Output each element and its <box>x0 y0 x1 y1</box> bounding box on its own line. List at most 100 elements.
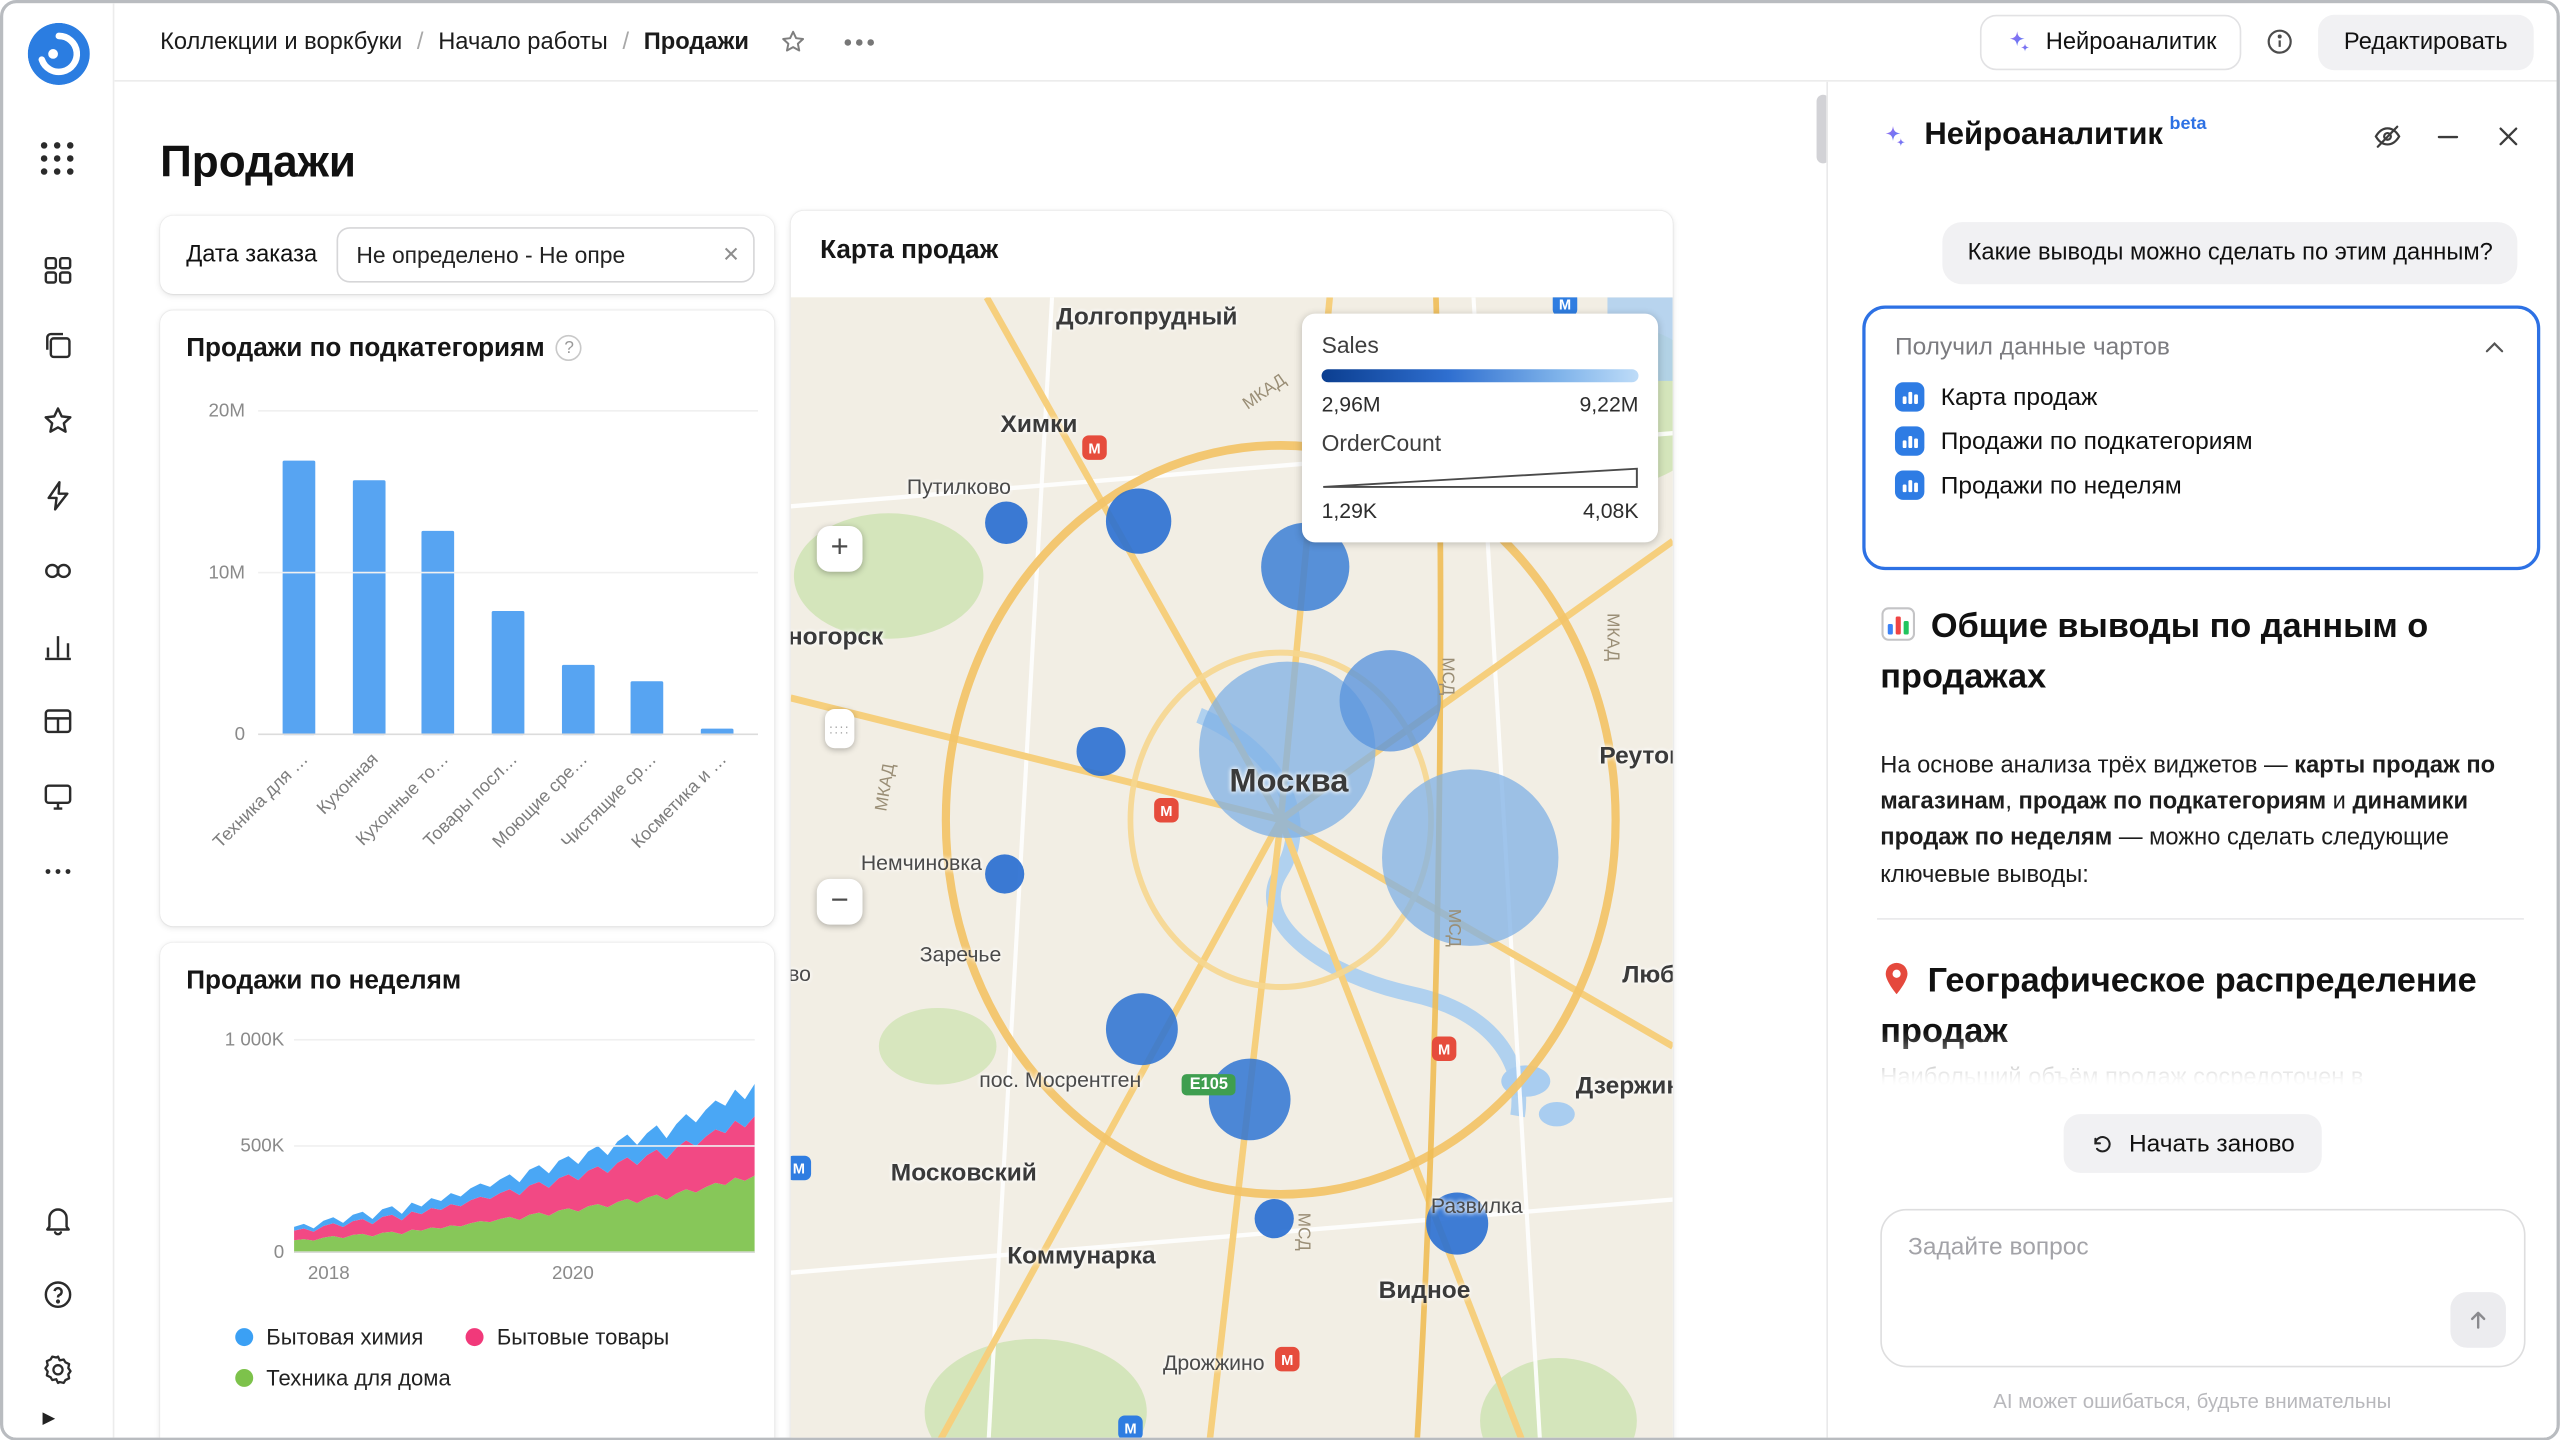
expand-sidebar-icon[interactable]: ▶ <box>42 1410 55 1428</box>
map-place-label: Красногорск <box>791 623 884 651</box>
favorite-star-icon[interactable] <box>780 28 808 56</box>
more-actions-icon[interactable] <box>845 38 874 45</box>
sales-bubble[interactable] <box>1255 1199 1294 1238</box>
question-input[interactable] <box>1882 1210 2524 1365</box>
sales-bubble[interactable] <box>985 502 1027 544</box>
sales-bubble[interactable] <box>1077 727 1126 776</box>
date-filter-select[interactable]: Не определено - Не опре ✕ <box>337 227 755 283</box>
bar-gridline <box>258 733 758 735</box>
area-gridline <box>294 1145 755 1147</box>
map-ruler-button[interactable]: :::: <box>825 709 854 748</box>
apps-grid-icon[interactable] <box>25 126 90 191</box>
app-window: ▶ Коллекции и воркбуки / Начало работы /… <box>0 0 2560 1440</box>
edit-button[interactable]: Редактировать <box>2318 14 2534 70</box>
legend-label: Бытовые товары <box>497 1325 669 1350</box>
gear-icon <box>41 1352 75 1386</box>
map-canvas[interactable]: МММММММДолгопрудныйХимкиПутилковоКрасног… <box>791 297 1673 1437</box>
chart-data-item: Продажи по подкатегориям <box>1895 426 2508 455</box>
collapse-chevron-icon[interactable] <box>2481 334 2507 360</box>
notifications-icon[interactable] <box>25 1186 90 1251</box>
bar[interactable] <box>283 460 316 735</box>
sidebar-item-favorites[interactable] <box>25 387 90 452</box>
subcategory-sales-card: Продажи по подкатегориям? 010M20M Техник… <box>160 310 774 926</box>
help-icon[interactable] <box>25 1261 90 1326</box>
clear-filter-icon[interactable]: ✕ <box>722 242 740 268</box>
area-y-tick-label: 500K <box>240 1137 284 1157</box>
send-button[interactable] <box>2450 1292 2506 1348</box>
legend-item: Техника для дома <box>235 1366 450 1391</box>
sales-bubble[interactable] <box>1106 993 1178 1065</box>
bell-icon <box>41 1202 75 1236</box>
summary-text-segment: На основе анализа трёх виджетов — <box>1880 752 2294 778</box>
sidebar-more-icon[interactable] <box>25 838 90 903</box>
sales-legend-label: Sales <box>1322 332 1639 358</box>
area-chart-y-axis: 0500K1 000K <box>186 1041 284 1253</box>
neuro-analyst-button[interactable]: Нейроаналитик <box>1980 14 2241 70</box>
chart-data-item: Карта продаж <box>1895 382 2508 411</box>
chart-data-item-label: Продажи по подкатегориям <box>1941 427 2253 455</box>
lightning-icon <box>41 478 75 512</box>
visibility-off-icon[interactable] <box>2372 120 2403 151</box>
refresh-icon <box>2090 1131 2115 1156</box>
settings-icon[interactable] <box>25 1336 90 1401</box>
sidebar-item-dashboards[interactable] <box>25 237 90 302</box>
map-zoom-out-button[interactable]: − <box>817 879 863 925</box>
breadcrumb-collections[interactable]: Коллекции и воркбуки <box>160 29 402 55</box>
sales-gradient-bar <box>1322 369 1639 382</box>
close-icon[interactable] <box>2493 120 2524 151</box>
mini-chart-icon <box>1895 382 1924 411</box>
bar-chart[interactable]: 010M20M Техника для …КухоннаяКухонные то… <box>186 412 758 902</box>
user-question-bubble: Какие выводы можно сделать по этим данны… <box>1943 222 2517 284</box>
minimize-icon[interactable] <box>2432 120 2463 151</box>
bar-y-tick-label: 10M <box>208 564 245 584</box>
summary-text-segment: , <box>2005 789 2018 815</box>
chart-data-item: Продажи по неделям <box>1895 470 2508 499</box>
area-gridline <box>294 1251 755 1253</box>
map-place-label: Москва <box>1229 764 1348 802</box>
sales-bubble[interactable] <box>1209 1059 1291 1141</box>
breadcrumb-getting-started[interactable]: Начало работы <box>438 29 608 55</box>
table-icon <box>41 703 75 737</box>
map-place-label: Люберцы <box>1622 961 1673 989</box>
question-icon <box>41 1277 75 1311</box>
sidebar: ▶ <box>3 3 114 1437</box>
legend-item: Бытовая химия <box>235 1325 423 1350</box>
map-zoom-in-button[interactable]: + <box>817 526 863 572</box>
map-place-label: Путилково <box>907 475 1011 500</box>
bar[interactable] <box>422 531 455 735</box>
sales-bubble[interactable] <box>985 854 1024 893</box>
beta-badge: beta <box>2169 114 2206 134</box>
sidebar-item-monitoring[interactable] <box>25 763 90 828</box>
bar[interactable] <box>561 666 594 736</box>
chart-data-items: Карта продаж Продажи по подкатегориям Прод… <box>1895 382 2508 500</box>
restart-button[interactable]: Начать заново <box>2064 1114 2321 1173</box>
neuro-panel-title: Нейроаналитик <box>1924 118 2163 154</box>
sidebar-item-quick-actions[interactable] <box>25 462 90 527</box>
breadcrumb: Коллекции и воркбуки / Начало работы / П… <box>160 28 875 56</box>
sales-bubble[interactable] <box>1340 650 1441 751</box>
legend-label: Техника для дома <box>266 1366 450 1391</box>
sales-bubble[interactable] <box>1106 488 1171 553</box>
map-place-label: Химки <box>1001 411 1078 439</box>
area-gridline <box>294 1039 755 1041</box>
bar[interactable] <box>492 611 525 736</box>
bar-chart-y-axis: 010M20M <box>186 412 245 735</box>
dashboards-icon <box>41 252 75 286</box>
info-icon[interactable] <box>2264 26 2295 57</box>
chart-help-icon[interactable]: ? <box>556 335 582 361</box>
sidebar-item-datasets[interactable] <box>25 688 90 753</box>
area-x-tick-label: 2018 <box>308 1264 350 1284</box>
bar[interactable] <box>631 682 664 735</box>
breadcrumb-current: Продажи <box>644 29 749 55</box>
route-badge: Е105 <box>1182 1074 1236 1095</box>
sidebar-item-collections[interactable] <box>25 312 90 377</box>
sales-bubble[interactable] <box>1382 769 1558 945</box>
sidebar-item-connections[interactable] <box>25 537 90 602</box>
datalens-logo[interactable] <box>27 23 89 85</box>
sidebar-item-charts[interactable] <box>25 613 90 678</box>
connections-icon <box>41 553 75 587</box>
date-filter-label: Дата заказа <box>186 242 317 268</box>
area-chart[interactable]: 0500K1 000K 20182020 <box>186 1041 754 1368</box>
bar[interactable] <box>352 480 385 736</box>
collections-icon <box>41 328 75 362</box>
